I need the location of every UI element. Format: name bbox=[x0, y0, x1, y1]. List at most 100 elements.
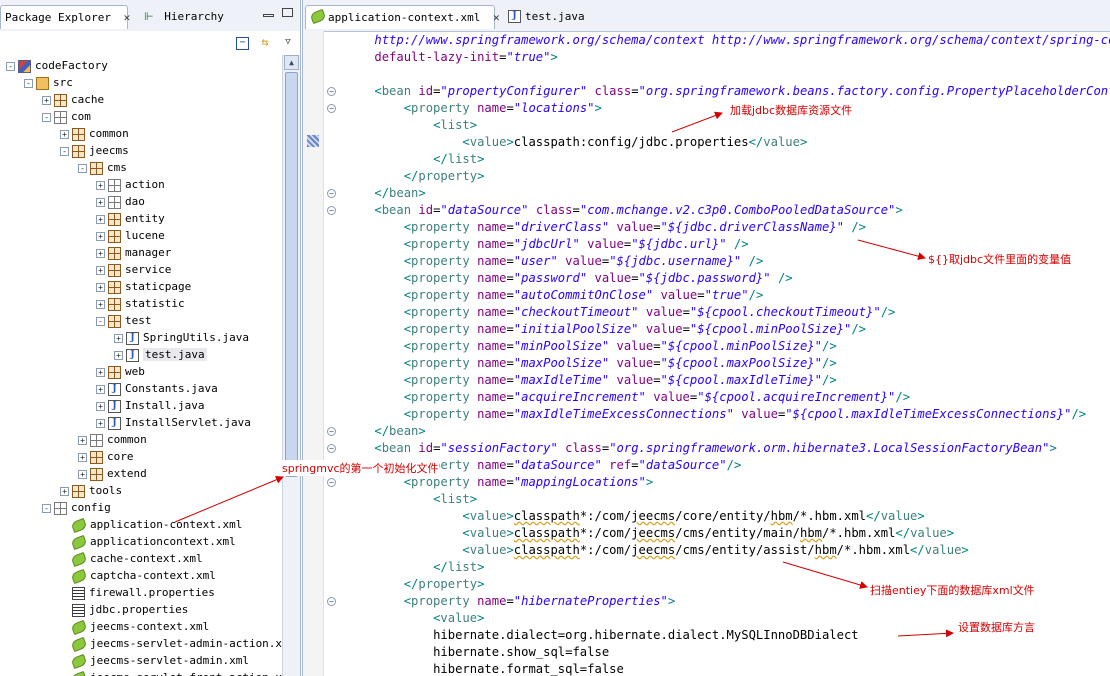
view-menu-icon[interactable]: ▽ bbox=[281, 35, 295, 49]
tree-item[interactable]: + manager bbox=[96, 244, 171, 261]
tree-item[interactable]: - config bbox=[42, 499, 111, 516]
tree-item[interactable]: captcha-context.xml bbox=[60, 567, 216, 584]
expand-toggle-icon[interactable]: + bbox=[96, 214, 105, 224]
fold-toggle-icon[interactable]: − bbox=[327, 189, 336, 198]
expand-toggle-icon[interactable]: + bbox=[96, 401, 105, 411]
tree-item[interactable]: jeecms-context.xml bbox=[60, 618, 209, 635]
tree-item[interactable]: jeecms-servlet-admin-action.xml bbox=[60, 635, 282, 652]
tree-item[interactable]: jeecms-servlet-front-action.xml bbox=[60, 669, 282, 676]
tree-item[interactable]: + J Install.java bbox=[96, 397, 204, 414]
tree-item[interactable]: + lucene bbox=[96, 227, 165, 244]
scroll-up-icon[interactable]: ▲ bbox=[284, 55, 299, 70]
fold-toggle-icon[interactable]: − bbox=[327, 478, 336, 487]
expand-toggle-icon[interactable]: + bbox=[60, 129, 69, 139]
tab-hierarchy[interactable]: ⊩ Hierarchy bbox=[136, 5, 236, 29]
expand-toggle-icon[interactable]: + bbox=[96, 180, 105, 190]
tab-application-context-xml[interactable]: application-context.xml ✕ bbox=[305, 5, 500, 29]
expand-toggle-icon[interactable]: + bbox=[96, 299, 105, 309]
fold-toggle-icon[interactable]: − bbox=[327, 444, 336, 453]
tab-test-java[interactable]: J test.java bbox=[503, 5, 603, 29]
tree-item[interactable]: cache-context.xml bbox=[60, 550, 203, 567]
minimize-icon[interactable] bbox=[263, 14, 274, 17]
expand-toggle-icon[interactable]: + bbox=[96, 231, 105, 241]
tree-item[interactable]: jeecms-servlet-admin.xml bbox=[60, 652, 249, 669]
code-token: name bbox=[469, 339, 507, 353]
tree-item[interactable]: + core bbox=[78, 448, 134, 465]
tab-package-explorer[interactable]: Package Explorer ✕ bbox=[0, 5, 131, 30]
java-file-icon: J bbox=[126, 348, 139, 362]
tree-item[interactable]: + tools bbox=[60, 482, 122, 499]
tree-item[interactable]: + action bbox=[96, 176, 165, 193]
code-token: > bbox=[506, 509, 514, 523]
expand-toggle-icon[interactable]: + bbox=[96, 197, 105, 207]
fold-toggle-icon[interactable]: − bbox=[327, 87, 336, 96]
tree-item[interactable]: + Jtest.java bbox=[114, 346, 207, 363]
tree-item[interactable]: jdbc.properties bbox=[60, 601, 188, 618]
tree-item[interactable]: firewall.properties bbox=[60, 584, 215, 601]
fold-toggle-icon[interactable]: − bbox=[327, 427, 336, 436]
code-token: </ bbox=[403, 169, 419, 183]
tree-item[interactable]: - com bbox=[42, 108, 91, 125]
tree-item[interactable]: + cache bbox=[42, 91, 104, 108]
scroll-thumb[interactable] bbox=[285, 72, 298, 477]
tree-item[interactable]: applicationcontext.xml bbox=[60, 533, 236, 550]
expand-toggle-icon[interactable]: + bbox=[96, 282, 105, 292]
collapse-toggle-icon[interactable]: - bbox=[6, 61, 15, 71]
expand-toggle-icon[interactable]: + bbox=[114, 350, 123, 360]
tree-item[interactable]: + staticpage bbox=[96, 278, 191, 295]
expand-toggle-icon[interactable]: + bbox=[96, 248, 105, 258]
tree-item[interactable]: application-context.xml bbox=[60, 516, 242, 533]
tree-item[interactable]: - cms bbox=[78, 159, 127, 176]
tree-item-label: jeecms-context.xml bbox=[90, 620, 210, 633]
expand-toggle-icon[interactable]: + bbox=[114, 333, 123, 343]
expand-toggle-icon[interactable]: + bbox=[42, 95, 51, 105]
collapse-toggle-icon[interactable]: - bbox=[42, 503, 51, 513]
expand-toggle-icon[interactable]: + bbox=[96, 367, 105, 377]
close-icon[interactable]: ✕ bbox=[493, 6, 500, 30]
code-token: < bbox=[462, 526, 470, 540]
tree-item[interactable]: + web bbox=[96, 363, 145, 380]
tree-item[interactable]: + common bbox=[60, 125, 129, 142]
tree-item[interactable]: + dao bbox=[96, 193, 145, 210]
collapse-all-icon[interactable]: − bbox=[236, 37, 249, 50]
expand-toggle-icon[interactable]: + bbox=[78, 435, 87, 445]
expand-toggle-icon[interactable]: + bbox=[78, 469, 87, 479]
fold-toggle-icon[interactable]: − bbox=[327, 104, 336, 113]
code-token: /> bbox=[741, 254, 764, 268]
expand-toggle-icon[interactable]: + bbox=[96, 384, 105, 394]
tree-item[interactable]: + J Constants.java bbox=[96, 380, 218, 397]
collapse-toggle-icon[interactable]: - bbox=[96, 316, 105, 326]
tree-item[interactable]: + statistic bbox=[96, 295, 185, 312]
left-vertical-scrollbar[interactable]: ▲ bbox=[282, 55, 300, 676]
collapse-toggle-icon[interactable]: - bbox=[78, 163, 87, 173]
code-area[interactable]: http://www.springframework.org/schema/co… bbox=[303, 32, 1110, 676]
tree-item[interactable]: - src bbox=[24, 74, 73, 91]
tree-item[interactable]: + extend bbox=[78, 465, 147, 482]
collapse-toggle-icon[interactable]: - bbox=[24, 78, 33, 88]
code-token: < bbox=[403, 475, 412, 489]
maximize-icon[interactable] bbox=[282, 8, 293, 17]
code-token: < bbox=[403, 390, 412, 404]
collapse-toggle-icon[interactable]: - bbox=[60, 146, 69, 156]
tree-item[interactable]: + service bbox=[96, 261, 171, 278]
fold-toggle-icon[interactable]: − bbox=[327, 206, 336, 215]
tree-item[interactable]: + J SpringUtils.java bbox=[114, 329, 249, 346]
expand-toggle-icon[interactable]: + bbox=[96, 265, 105, 275]
tree-item[interactable]: - jeecms bbox=[60, 142, 129, 159]
expand-toggle-icon[interactable]: + bbox=[78, 452, 87, 462]
tree-item[interactable]: + entity bbox=[96, 210, 165, 227]
expand-toggle-icon[interactable]: + bbox=[96, 418, 105, 428]
expand-toggle-icon[interactable]: + bbox=[60, 486, 69, 496]
tree-item[interactable]: + J InstallServlet.java bbox=[96, 414, 251, 431]
link-editor-icon[interactable]: ⇆ bbox=[258, 35, 272, 49]
package-empty-icon bbox=[108, 195, 121, 209]
tree-item-label: jeecms bbox=[89, 144, 129, 157]
tree-item[interactable]: - test bbox=[96, 312, 152, 329]
fold-toggle-icon[interactable]: − bbox=[327, 597, 336, 606]
collapse-toggle-icon[interactable]: - bbox=[42, 112, 51, 122]
code-token: "${cpool.maxIdleTimeExcessConnections}" bbox=[785, 407, 1072, 421]
tree-item[interactable]: - codeFactory bbox=[6, 57, 108, 74]
close-icon[interactable]: ✕ bbox=[124, 6, 131, 30]
tree-item[interactable]: + common bbox=[78, 431, 147, 448]
